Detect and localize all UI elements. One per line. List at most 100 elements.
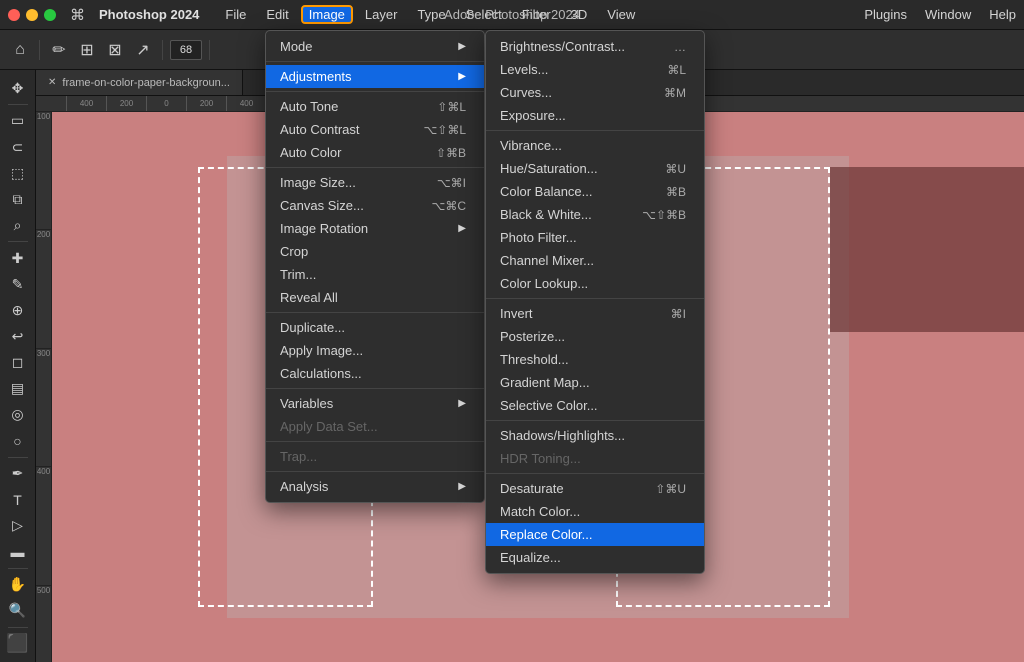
- brush-alt[interactable]: ⊠: [103, 38, 127, 62]
- minimize-button[interactable]: [26, 9, 38, 21]
- menu-item-apply-image[interactable]: Apply Image...: [266, 339, 484, 362]
- menu-item-label: Canvas Size...: [280, 198, 364, 213]
- menu-item-shadows-highlights[interactable]: Shadows/Highlights...: [486, 424, 704, 447]
- menu-item-desaturate[interactable]: Desaturate ⇧⌘U: [486, 477, 704, 500]
- object-select-tool[interactable]: ⬚: [4, 161, 32, 185]
- menu-item-photo-filter[interactable]: Photo Filter...: [486, 226, 704, 249]
- home-button[interactable]: ⌂: [8, 38, 32, 62]
- menu-item-match-color[interactable]: Match Color...: [486, 500, 704, 523]
- menu-item-label: Trim...: [280, 267, 316, 282]
- tab-close-icon[interactable]: ✕: [48, 77, 56, 88]
- menu-item-hue-saturation[interactable]: Hue/Saturation... ⌘U: [486, 157, 704, 180]
- menu-item-label: Apply Image...: [280, 343, 363, 358]
- adjustments-submenu: Brightness/Contrast... … Levels... ⌘L Cu…: [485, 30, 705, 574]
- menu-item-black-white[interactable]: Black & White... ⌥⇧⌘B: [486, 203, 704, 226]
- menu-item-reveal-all[interactable]: Reveal All: [266, 286, 484, 309]
- menu-shortcut: ⌘B: [666, 185, 686, 199]
- menu-item-label: Selective Color...: [500, 398, 598, 413]
- menu-item-replace-color[interactable]: Replace Color...: [486, 523, 704, 546]
- clone-tool[interactable]: ⊕: [4, 298, 32, 322]
- menu-item-crop[interactable]: Crop: [266, 240, 484, 263]
- menu-item-color-balance[interactable]: Color Balance... ⌘B: [486, 180, 704, 203]
- brush-tool-2[interactable]: ✎: [4, 272, 32, 296]
- submenu-arrow-icon: ▶: [458, 71, 466, 82]
- menu-image[interactable]: Image: [301, 5, 353, 24]
- menu-item-duplicate[interactable]: Duplicate...: [266, 316, 484, 339]
- menu-help[interactable]: Help: [989, 7, 1016, 22]
- menu-item-brightness-contrast[interactable]: Brightness/Contrast... …: [486, 35, 704, 58]
- menu-separator: [266, 312, 484, 313]
- menu-item-auto-contrast[interactable]: Auto Contrast ⌥⇧⌘L: [266, 118, 484, 141]
- brush-angle[interactable]: ↗: [131, 38, 155, 62]
- text-tool[interactable]: T: [4, 488, 32, 512]
- menu-item-image-rotation[interactable]: Image Rotation ▶: [266, 217, 484, 240]
- rectangle-select-tool[interactable]: ▭: [4, 109, 32, 133]
- menu-item-vibrance[interactable]: Vibrance...: [486, 134, 704, 157]
- brush-tool[interactable]: ✏: [47, 38, 71, 62]
- menu-item-threshold[interactable]: Threshold...: [486, 348, 704, 371]
- menu-shortcut: ⇧⌘U: [655, 482, 686, 496]
- menu-item-color-lookup[interactable]: Color Lookup...: [486, 272, 704, 295]
- menu-separator: [266, 91, 484, 92]
- menu-item-canvas-size[interactable]: Canvas Size... ⌥⌘C: [266, 194, 484, 217]
- menu-item-equalize[interactable]: Equalize...: [486, 546, 704, 569]
- menubar: ⌘ Photoshop 2024 File Edit Image Layer T…: [0, 0, 1024, 30]
- toolbar-separator-3: [209, 40, 210, 60]
- menu-item-curves[interactable]: Curves... ⌘M: [486, 81, 704, 104]
- menu-separator: [266, 471, 484, 472]
- menu-shortcut: ⌘L: [667, 63, 686, 77]
- shape-tool[interactable]: ▬: [4, 540, 32, 564]
- lasso-tool[interactable]: ⊂: [4, 135, 32, 159]
- gradient-tool[interactable]: ▤: [4, 377, 32, 401]
- zoom-input[interactable]: [170, 40, 202, 60]
- menu-edit[interactable]: Edit: [258, 5, 296, 24]
- menu-item-auto-tone[interactable]: Auto Tone ⇧⌘L: [266, 95, 484, 118]
- menu-item-gradient-map[interactable]: Gradient Map...: [486, 371, 704, 394]
- menu-item-posterize[interactable]: Posterize...: [486, 325, 704, 348]
- menu-item-trim[interactable]: Trim...: [266, 263, 484, 286]
- tool-sep-2: [8, 241, 28, 242]
- menu-item-analysis[interactable]: Analysis ▶: [266, 475, 484, 498]
- maximize-button[interactable]: [44, 9, 56, 21]
- tool-sep-3: [8, 457, 28, 458]
- move-tool[interactable]: ✥: [4, 76, 32, 100]
- eraser-tool[interactable]: ◻: [4, 351, 32, 375]
- apple-logo-icon: ⌘: [70, 6, 85, 24]
- menu-item-mode[interactable]: Mode ▶: [266, 35, 484, 58]
- blur-tool[interactable]: ◎: [4, 403, 32, 427]
- menu-item-label: Duplicate...: [280, 320, 345, 335]
- crop-tool[interactable]: ⧉: [4, 187, 32, 211]
- path-select-tool[interactable]: ▷: [4, 514, 32, 538]
- ruler-v-tick: 100: [36, 112, 51, 230]
- close-button[interactable]: [8, 9, 20, 21]
- menu-shortcut: ⌥⌘C: [432, 199, 467, 213]
- dodge-tool[interactable]: ○: [4, 429, 32, 453]
- menu-item-adjustments[interactable]: Adjustments ▶: [266, 65, 484, 88]
- menu-view[interactable]: View: [599, 5, 643, 24]
- tool-sep-4: [8, 568, 28, 569]
- menu-item-invert[interactable]: Invert ⌘I: [486, 302, 704, 325]
- menu-item-levels[interactable]: Levels... ⌘L: [486, 58, 704, 81]
- menu-item-selective-color[interactable]: Selective Color...: [486, 394, 704, 417]
- menu-item-image-size[interactable]: Image Size... ⌥⌘I: [266, 171, 484, 194]
- zoom-tool[interactable]: 🔍: [4, 599, 32, 623]
- brush-options[interactable]: ⊞: [75, 38, 99, 62]
- menu-item-exposure[interactable]: Exposure...: [486, 104, 704, 127]
- canvas-tab[interactable]: ✕ frame-on-color-paper-backgroun...: [36, 70, 243, 95]
- healing-tool[interactable]: ✚: [4, 246, 32, 270]
- hand-tool[interactable]: ✋: [4, 573, 32, 597]
- menu-item-label: Auto Contrast: [280, 122, 360, 137]
- foreground-color[interactable]: ⬛: [4, 632, 32, 656]
- menu-plugins[interactable]: Plugins: [864, 7, 907, 22]
- menu-window[interactable]: Window: [925, 7, 971, 22]
- history-brush[interactable]: ↩: [4, 324, 32, 348]
- menu-item-variables[interactable]: Variables ▶: [266, 392, 484, 415]
- menu-item-channel-mixer[interactable]: Channel Mixer...: [486, 249, 704, 272]
- eyedropper-tool[interactable]: ⌕: [4, 213, 32, 237]
- menu-file[interactable]: File: [217, 5, 254, 24]
- pen-tool[interactable]: ✒: [4, 462, 32, 486]
- menu-layer[interactable]: Layer: [357, 5, 406, 24]
- menu-item-label: Posterize...: [500, 329, 565, 344]
- menu-item-auto-color[interactable]: Auto Color ⇧⌘B: [266, 141, 484, 164]
- menu-item-calculations[interactable]: Calculations...: [266, 362, 484, 385]
